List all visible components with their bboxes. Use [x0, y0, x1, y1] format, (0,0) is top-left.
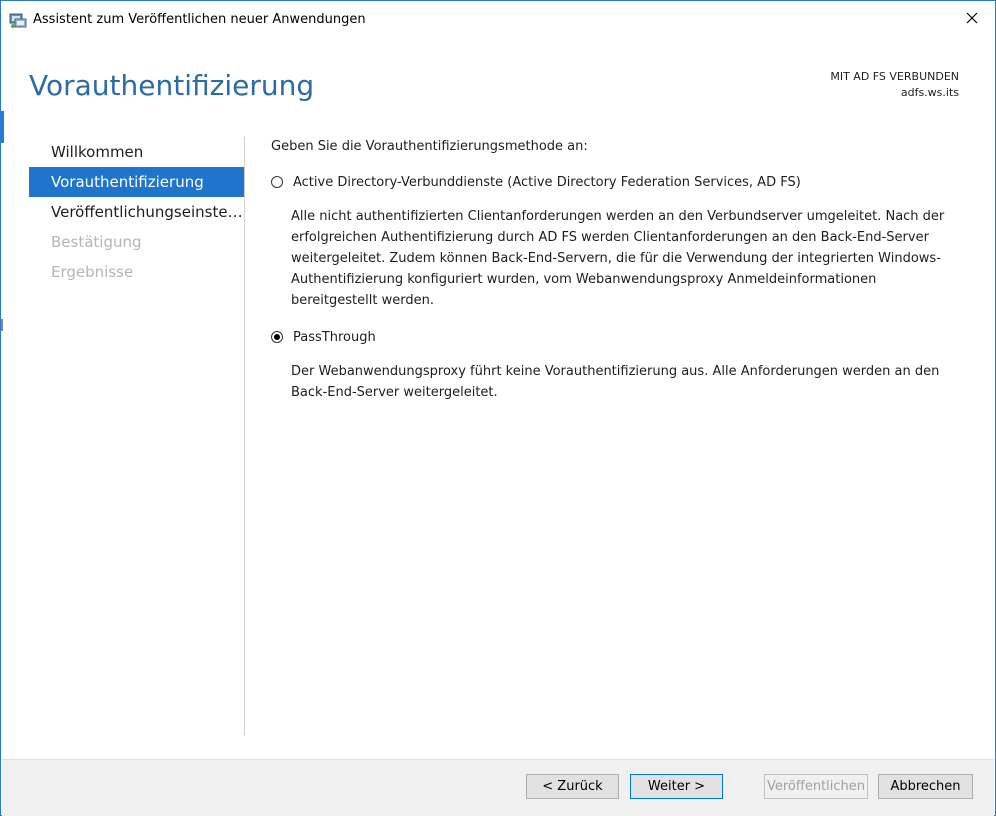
cancel-button[interactable]: Abbrechen [878, 774, 973, 799]
close-button[interactable] [949, 1, 995, 39]
connection-status: MIT AD FS VERBUNDEN [830, 70, 959, 83]
nav-item-bestaetigung: Bestätigung [51, 233, 142, 251]
nav-item-willkommen[interactable]: Willkommen [29, 137, 245, 167]
adfs-radio-label[interactable]: Active Directory-Verbunddienste (Active … [293, 175, 801, 190]
wizard-window: Assistent zum Veröffentlichen neuer Anwe… [0, 0, 996, 816]
close-icon [966, 12, 978, 28]
back-button[interactable]: < Zurück [526, 774, 619, 799]
connection-info: MIT AD FS VERBUNDEN adfs.ws.its [830, 69, 959, 101]
server-name: adfs.ws.its [900, 86, 959, 99]
passthrough-radio-label[interactable]: PassThrough [293, 330, 376, 345]
passthrough-description: Der Webanwendungsproxy führt keine Vorau… [291, 364, 940, 400]
left-edge-mark [1, 319, 3, 331]
nav-item-ergebnisse: Ergebnisse [51, 263, 134, 281]
option-passthrough[interactable]: PassThrough [271, 327, 961, 347]
page-title: Vorauthentifizierung [29, 69, 315, 102]
window-title: Assistent zum Veröffentlichen neuer Anwe… [33, 12, 366, 27]
option-adfs[interactable]: Active Directory-Verbunddienste (Active … [271, 172, 961, 192]
adfs-description: Alle nicht authentifizierten Clientanfor… [291, 209, 945, 308]
title-bar: Assistent zum Veröffentlichen neuer Anwe… [1, 1, 995, 39]
method-prompt: Geben Sie die Vorauthentifizierungsmetho… [271, 139, 588, 154]
wizard-step-nav: Willkommen Vorauthentifizierung Veröffen… [29, 137, 245, 287]
nav-item-veroeffentlichungseinstellungen[interactable]: Veröffentlichungseinstellu... [29, 197, 245, 227]
nav-item-vorauthentifizierung[interactable]: Vorauthentifizierung [29, 167, 245, 197]
passthrough-radio[interactable] [271, 331, 283, 343]
main-content: Geben Sie die Vorauthentifizierungsmetho… [271, 139, 961, 403]
next-button[interactable]: Weiter > [630, 774, 723, 799]
wizard-app-icon [9, 11, 27, 29]
adfs-radio[interactable] [271, 176, 283, 188]
nav-divider [244, 137, 245, 735]
left-edge-accent [1, 111, 4, 143]
publish-button: Veröffentlichen [764, 774, 868, 799]
button-bar: < Zurück Weiter > Veröffentlichen Abbrec… [2, 759, 994, 816]
